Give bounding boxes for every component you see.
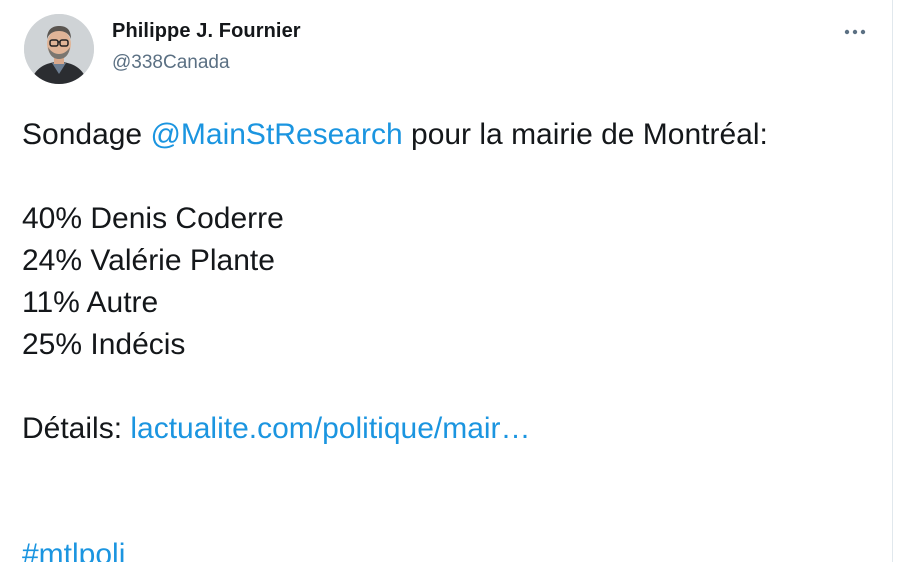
hashtag-link[interactable]: #mtlpoli (22, 538, 125, 562)
details-line: Détails: lactualite.com/politique/mair… (22, 408, 768, 450)
avatar-photo (24, 14, 94, 84)
author-handle[interactable]: @338Canada (112, 52, 230, 74)
tweet-intro-line: Sondage @MainStResearch pour la mairie d… (22, 114, 768, 156)
avatar[interactable] (24, 14, 94, 84)
result-line: 11% Autre (22, 286, 159, 319)
details-link[interactable]: lactualite.com/politique/mair… (130, 412, 530, 445)
author-name[interactable]: Philippe J. Fournier (112, 20, 301, 43)
tweet-text: Sondage @MainStResearch pour la mairie d… (22, 114, 768, 562)
details-label: Détails: (22, 412, 131, 445)
result-line: 24% Valérie Plante (22, 244, 275, 277)
tweet-card: Philippe J. Fournier @338Canada Sondage … (0, 0, 893, 562)
hashtag-line: #mtlpoli (22, 534, 768, 562)
mention-link[interactable]: @MainStResearch (150, 118, 402, 151)
intro-text: Sondage (22, 118, 151, 151)
more-horizontal-icon (844, 29, 866, 35)
result-line: 40% Denis Coderre (22, 202, 284, 235)
intro-rest: pour la mairie de Montréal: (402, 118, 768, 151)
more-options-button[interactable] (838, 18, 872, 46)
result-line: 25% Indécis (22, 328, 186, 361)
